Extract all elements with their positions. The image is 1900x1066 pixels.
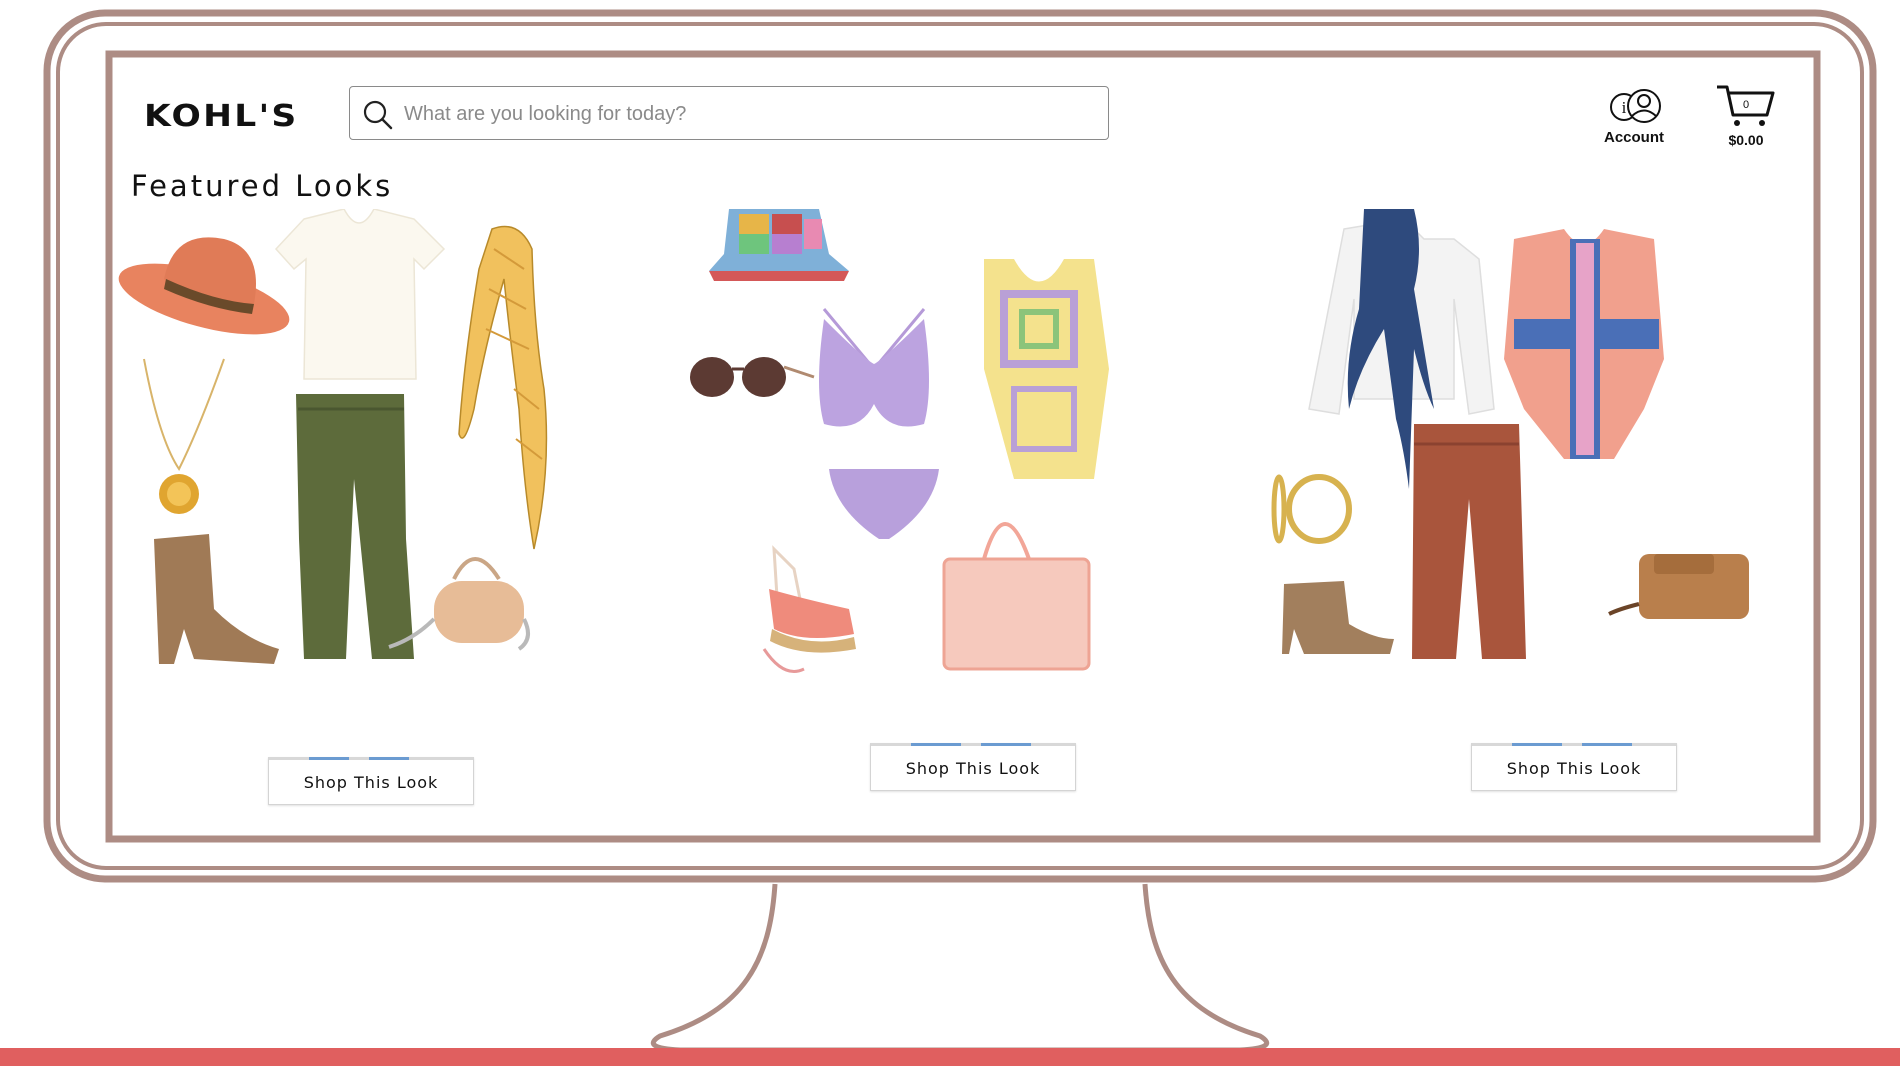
- cart-count: 0: [1742, 99, 1750, 111]
- account-button[interactable]: i Account: [1584, 83, 1684, 153]
- tan-crossbody-bag[interactable]: [1608, 554, 1749, 619]
- button-accent-bar: [911, 743, 961, 746]
- shop-this-look-label: Shop This Look: [303, 772, 439, 792]
- patchwork-bucket-hat[interactable]: [709, 209, 849, 281]
- look-2-collage: [690, 209, 1109, 673]
- look-1-collage: [114, 209, 548, 664]
- brown-sunglasses[interactable]: [690, 357, 815, 397]
- lavender-bikini-bottom[interactable]: [829, 469, 939, 539]
- screen: KOHL'S i Account: [114, 59, 1812, 834]
- button-accent-bar: [981, 743, 1031, 746]
- look-3-collage: [1271, 209, 1749, 659]
- button-accent-bar: [1512, 743, 1562, 746]
- search-bar[interactable]: [349, 86, 1109, 140]
- lavender-bikini-top[interactable]: [819, 308, 929, 427]
- patterned-poncho[interactable]: [1504, 229, 1664, 459]
- kohls-logo[interactable]: KOHL'S: [144, 99, 299, 134]
- button-accent-bar: [369, 757, 409, 760]
- pink-mesh-tote[interactable]: [942, 522, 1091, 671]
- olive-flare-jeans[interactable]: [296, 394, 414, 659]
- cart-button[interactable]: 0 $0.00: [1709, 81, 1779, 151]
- account-label: Account: [1604, 129, 1664, 146]
- button-accent-bar: [1582, 743, 1632, 746]
- header: KOHL'S i Account: [114, 59, 1812, 159]
- shop-this-look-label: Shop This Look: [1506, 758, 1642, 778]
- white-v-neck-tee[interactable]: [274, 209, 446, 380]
- shop-this-look-label: Shop This Look: [905, 758, 1041, 778]
- look-card-1[interactable]: [114, 209, 574, 689]
- lace-up-espadrilles[interactable]: [762, 545, 856, 673]
- button-accent-bar: [309, 757, 349, 760]
- tan-cowboy-bootie[interactable]: [154, 534, 279, 664]
- rust-jacquard-pants[interactable]: [1412, 424, 1526, 659]
- orange-fedora-hat[interactable]: [114, 237, 296, 348]
- look-card-2[interactable]: [684, 209, 1224, 689]
- search-input[interactable]: [404, 99, 1094, 129]
- search-icon[interactable]: [362, 99, 394, 131]
- shop-this-look-button-3[interactable]: Shop This Look: [1471, 743, 1677, 791]
- cart-total: $0.00: [1728, 132, 1764, 148]
- yellow-patterned-scarf[interactable]: [458, 225, 548, 550]
- page-title: Featured Looks: [131, 169, 394, 203]
- crochet-cover-up[interactable]: [984, 259, 1109, 479]
- shop-this-look-button-1[interactable]: Shop This Look: [268, 757, 474, 805]
- tan-ankle-bootie[interactable]: [1282, 581, 1394, 654]
- gold-hoop-earrings[interactable]: [1271, 474, 1352, 544]
- svg-text:i: i: [1622, 98, 1627, 117]
- accent-strip: [0, 1048, 1900, 1066]
- shop-this-look-button-2[interactable]: Shop This Look: [870, 743, 1076, 791]
- account-info-icon: i: [1610, 89, 1661, 123]
- look-card-3[interactable]: [1264, 209, 1784, 689]
- page: KOHL'S i Account: [0, 0, 1900, 1066]
- gold-pendant-necklace[interactable]: [143, 358, 225, 514]
